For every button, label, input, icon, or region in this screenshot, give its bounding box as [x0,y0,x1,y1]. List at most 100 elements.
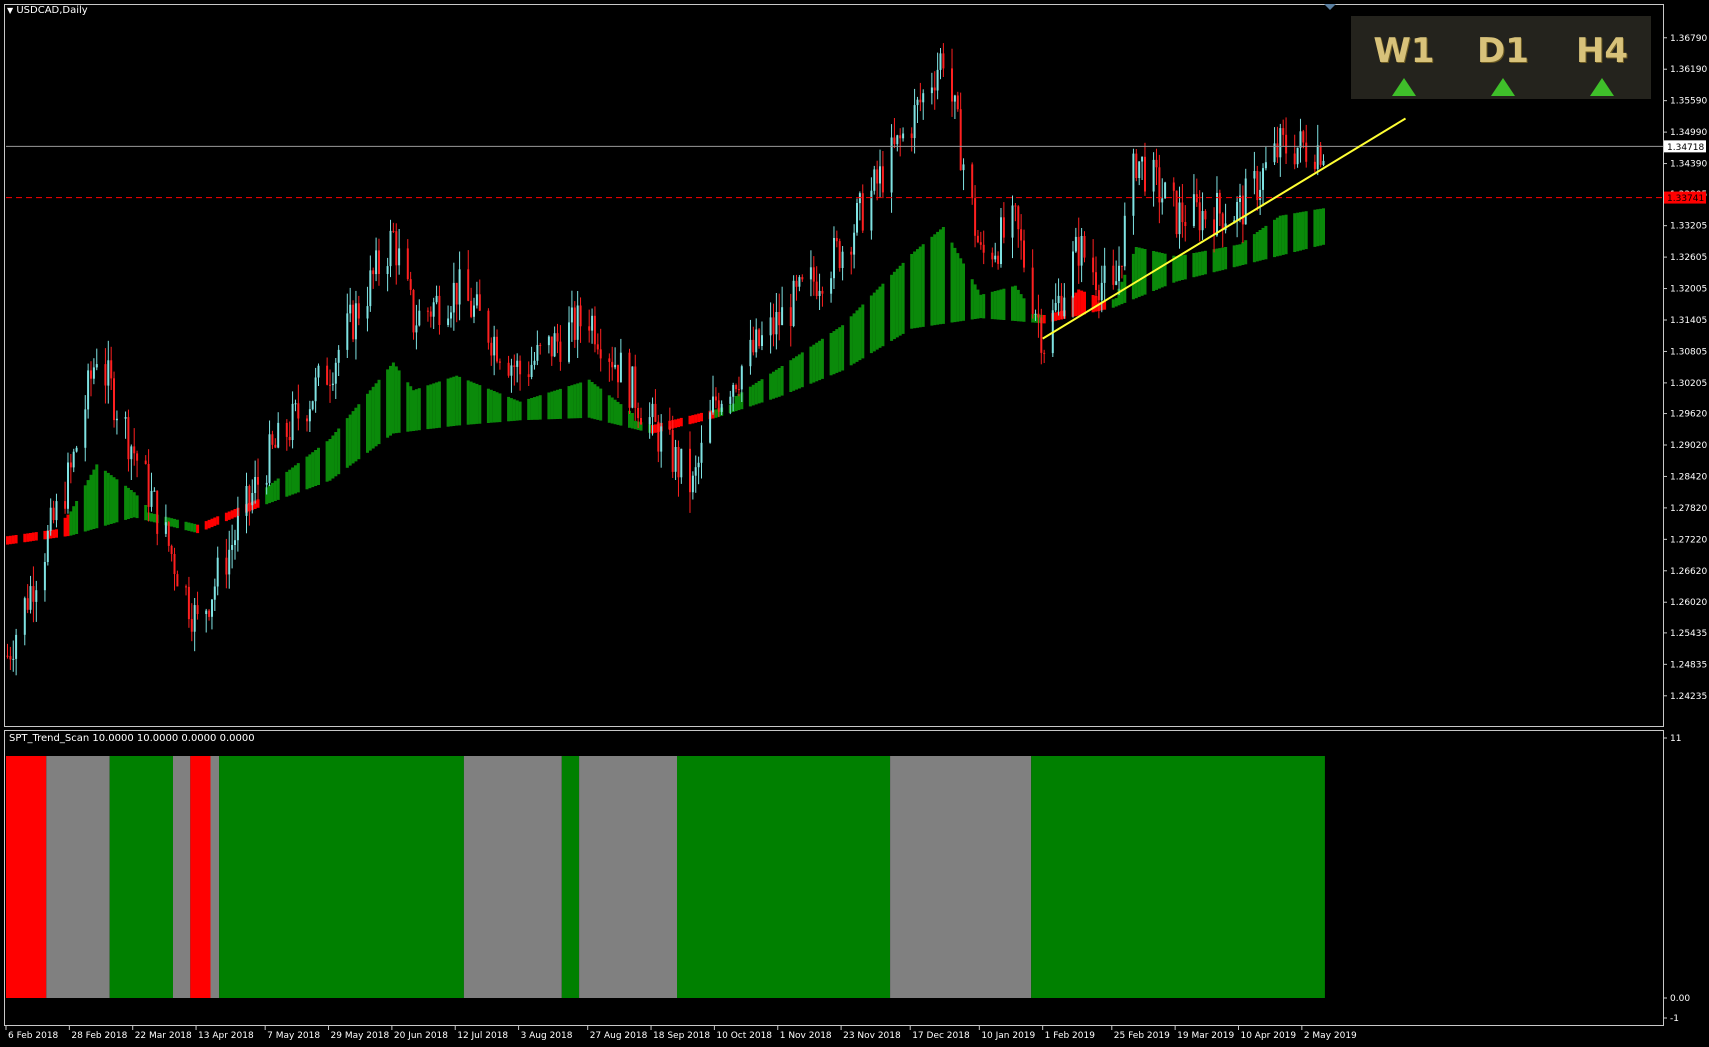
candle-body [1097,290,1100,301]
candle-body [248,486,251,506]
cloud-column [150,513,153,522]
candle-body [1178,202,1181,235]
cloud-column [305,456,309,490]
cloud-column [1218,248,1222,271]
cloud-column [697,413,701,422]
cloud-column [435,382,439,429]
candle-body [1141,156,1144,162]
candle-body [1201,211,1204,231]
candle-body [164,522,167,534]
cloud-column [63,517,67,537]
cloud-column [1042,315,1046,324]
candle-body [115,418,118,421]
candle-body [205,610,208,614]
candle-body [1020,229,1023,241]
cloud-column [530,398,534,420]
cloud-column [314,450,318,486]
cloud-column [1019,294,1023,322]
cloud-column [55,529,58,538]
dropdown-triangle-icon[interactable]: ▼ [7,6,13,15]
candle-body [628,352,631,408]
cloud-column [918,246,922,328]
cloud-column [1120,281,1124,305]
candle-body [130,446,133,460]
candle-body [922,93,925,103]
cloud-column [677,418,680,428]
candle-body [228,549,231,575]
cloud-column [930,236,934,326]
cloud-column [829,333,833,376]
candle-body [919,99,922,103]
cloud-column [1301,211,1305,250]
cloud-column [550,391,554,420]
candle-body [337,349,340,363]
y-tick-label: 1.26620 [1670,567,1707,577]
cloud-column [354,407,358,462]
candle-body [372,270,375,275]
cloud-column [633,420,637,430]
candle-body [953,95,956,102]
cloud-column [1264,225,1268,260]
candle-body [792,280,795,326]
candle-body [133,446,136,454]
candle-body [1256,171,1259,201]
candle-body [167,522,170,546]
trend-segment-green [677,756,891,998]
cloud-column [414,389,418,431]
candle-body [1077,236,1080,266]
candle-body [366,306,369,319]
candle-body [1204,211,1207,220]
candle-body [812,267,815,282]
cloud-column [607,395,611,423]
candle-body [881,166,884,193]
candle-body [507,362,510,376]
candle-body [23,598,26,635]
trend-segment-gray [173,756,191,998]
y-tick-label: 1.27820 [1670,504,1707,514]
candle-body [1054,303,1057,311]
cloud-column [351,411,355,464]
candle-body [1236,202,1239,221]
cloud-column [1304,211,1308,250]
candle-body [87,370,90,410]
candle-body [1057,295,1060,304]
cloud-column [190,523,194,532]
candle-body [1014,205,1017,207]
cloud-column [1203,250,1207,275]
candle-body [9,656,12,660]
y-tick-label: 1.36190 [1670,65,1707,75]
candle-body [634,366,637,408]
cloud-column [187,522,191,531]
cloud-column [737,394,741,411]
candle-body [1112,265,1115,285]
cloud-column [772,371,775,399]
cloud-column [691,415,695,424]
cloud-column [184,521,188,531]
candle-body [674,447,677,472]
x-tick-label: 10 Apr 2019 [1240,1031,1296,1041]
candle-body [1040,317,1043,353]
candle-body [959,109,962,171]
cloud-column [72,506,76,535]
cloud-column [679,417,683,427]
cloud-column [397,370,401,433]
cloud-column [973,284,977,319]
cloud-column [268,485,271,504]
cloud-column [224,512,228,522]
y-tick-label: 1.25435 [1670,629,1707,639]
candle-body [720,403,723,412]
cloud-column [1235,244,1239,267]
cloud-column [233,509,237,518]
cloud-column [452,376,456,426]
candle-body [1293,153,1296,165]
candle-body [251,493,254,506]
candle-body [809,267,812,280]
candle-body [939,53,942,70]
candle-body [519,360,522,375]
x-tick-label: 7 May 2018 [267,1031,320,1041]
y-tick-label: 1.24235 [1670,692,1707,702]
candle-body [559,341,562,362]
cloud-column [630,413,634,429]
cloud-column [760,379,764,403]
candle-body [314,377,317,402]
